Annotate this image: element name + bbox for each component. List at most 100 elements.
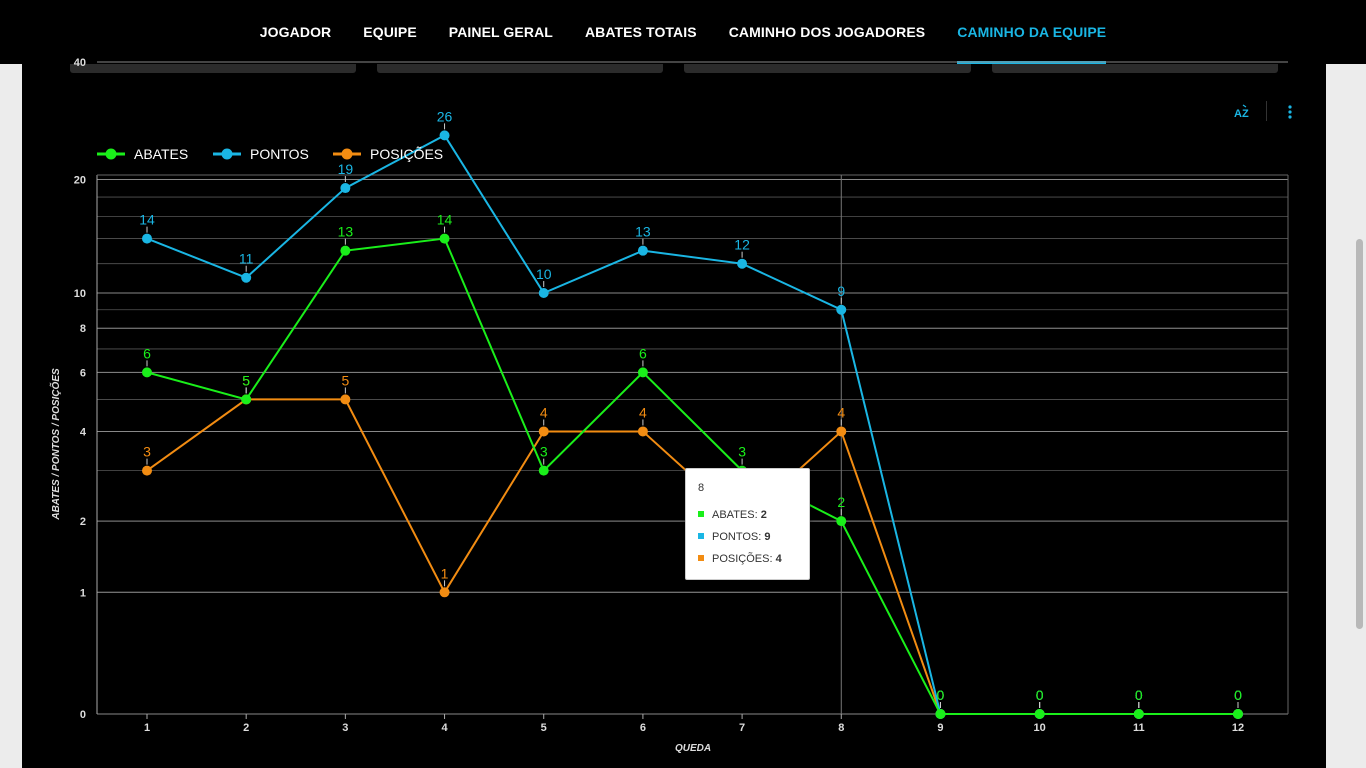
x-tick-label: 12 xyxy=(1232,722,1244,734)
data-point xyxy=(1233,709,1243,719)
data-label: 3 xyxy=(738,444,746,460)
tooltip-title: 8 xyxy=(698,482,705,494)
tooltip-row-posicoes: POSIÇÕES: 4 xyxy=(698,552,782,566)
y-tick-label: 10 xyxy=(74,288,86,300)
x-tick-label: 11 xyxy=(1133,722,1145,734)
data-label: 11 xyxy=(239,251,254,267)
x-tick-label: 1 xyxy=(144,722,150,734)
data-point xyxy=(439,587,450,598)
data-label: 6 xyxy=(143,345,151,361)
y-tick-label: 40 xyxy=(74,57,86,69)
x-tick-label: 9 xyxy=(937,722,943,734)
data-label: 0 xyxy=(937,687,945,703)
series-line xyxy=(146,134,1238,715)
series-pontos: 1411192610131290 0 0 0 xyxy=(139,108,1243,719)
data-point xyxy=(439,233,450,244)
tooltip-row-pontos: PONTOS: 9 xyxy=(698,530,771,544)
data-label: 0 xyxy=(1234,687,1242,703)
legend-item-abates: ABATES xyxy=(97,146,188,162)
x-tick-label: 2 xyxy=(243,722,249,734)
y-tick-label: 4 xyxy=(80,426,87,438)
legend-label: POSIÇÕES xyxy=(370,146,443,162)
tooltip-swatch xyxy=(698,511,704,517)
data-point xyxy=(142,367,152,378)
tooltip-label: PONTOS: xyxy=(712,531,762,543)
legend-label: ABATES xyxy=(134,146,188,162)
page-scrollbar[interactable] xyxy=(1354,64,1366,768)
legend-swatch-dot xyxy=(341,148,353,160)
line-chart: 0124681020401 2 3 4 5 6 7 8 9 10 11 12QUEDAABATES /… xyxy=(49,57,1289,754)
data-point xyxy=(439,130,450,141)
data-label: 9 xyxy=(837,283,845,299)
x-tick-label: 6 xyxy=(640,722,646,734)
x-axis-title: QUEDA xyxy=(675,743,711,754)
data-point xyxy=(637,245,648,256)
data-label: 3 xyxy=(540,444,548,460)
data-point xyxy=(142,465,152,476)
data-label: 0 xyxy=(1135,687,1143,703)
chart-tooltip: 8 ABATES: 2 PONTOS: 9 POSIÇÕES: 4 xyxy=(685,468,810,580)
data-label: 1 xyxy=(441,565,449,581)
data-label: 19 xyxy=(338,161,354,177)
y-axis-title: ABATES / PONTOS / POSIÇÕES xyxy=(49,368,62,521)
legend-item-pontos: PONTOS xyxy=(213,146,309,162)
x-tick-label: 3 xyxy=(342,722,348,734)
data-label: 13 xyxy=(635,224,651,240)
data-point xyxy=(737,258,748,269)
x-tick-label: 10 xyxy=(1034,722,1046,734)
data-label: 5 xyxy=(341,372,349,388)
tooltip-label: ABATES: xyxy=(712,509,758,521)
data-label: 3 xyxy=(143,444,151,460)
data-point xyxy=(340,245,351,256)
legend-label: PONTOS xyxy=(250,146,309,162)
tooltip-value: 2 xyxy=(760,509,767,521)
data-point xyxy=(340,394,351,405)
tooltip-swatch xyxy=(698,533,704,539)
scrollbar-thumb[interactable] xyxy=(1356,239,1363,629)
data-point xyxy=(538,426,549,437)
y-tick-label: 6 xyxy=(80,367,86,379)
legend-item-posições: POSIÇÕES xyxy=(333,146,443,162)
tooltip-label: POSIÇÕES: xyxy=(712,553,773,565)
tooltip-value: 4 xyxy=(775,553,782,565)
legend: ABATES PONTOS POSIÇÕES xyxy=(97,146,443,162)
data-label: 14 xyxy=(139,212,155,228)
data-label: 2 xyxy=(837,494,845,510)
data-point xyxy=(1034,709,1045,719)
data-point xyxy=(836,426,847,437)
data-label: 4 xyxy=(639,404,647,420)
y-tick-label: 1 xyxy=(80,587,86,599)
data-point xyxy=(935,709,946,719)
tooltip-row-abates: ABATES: 2 xyxy=(698,508,767,522)
x-tick-label: 5 xyxy=(541,722,547,734)
data-label: 14 xyxy=(437,212,453,228)
y-tick-label: 2 xyxy=(80,516,86,528)
data-point xyxy=(836,516,847,527)
tooltip-value: 9 xyxy=(764,531,771,543)
data-point xyxy=(538,465,549,476)
legend-swatch-dot xyxy=(105,148,117,160)
data-point xyxy=(142,233,152,244)
data-point xyxy=(340,183,351,194)
data-point xyxy=(637,426,648,437)
data-label: 6 xyxy=(639,345,647,361)
data-label: 4 xyxy=(540,404,548,420)
data-point xyxy=(538,288,549,299)
data-label: 26 xyxy=(437,108,453,124)
data-point xyxy=(241,394,252,405)
y-tick-label: 8 xyxy=(80,323,86,335)
x-tick-label: 4 xyxy=(441,722,448,734)
legend-swatch-dot xyxy=(221,148,233,160)
data-point xyxy=(1133,709,1144,719)
data-label: 0 xyxy=(1036,687,1044,703)
data-point xyxy=(836,304,847,315)
data-label: 12 xyxy=(734,237,750,253)
y-tick-label: 0 xyxy=(80,709,86,721)
data-label: 5 xyxy=(242,372,250,388)
x-tick-label: 8 xyxy=(838,722,844,734)
tooltip-swatch xyxy=(698,555,704,561)
data-label: 10 xyxy=(536,266,552,282)
x-tick-label: 7 xyxy=(739,722,745,734)
series-abates: 65131436320 0 0 0 xyxy=(142,212,1243,719)
data-point xyxy=(241,272,252,283)
